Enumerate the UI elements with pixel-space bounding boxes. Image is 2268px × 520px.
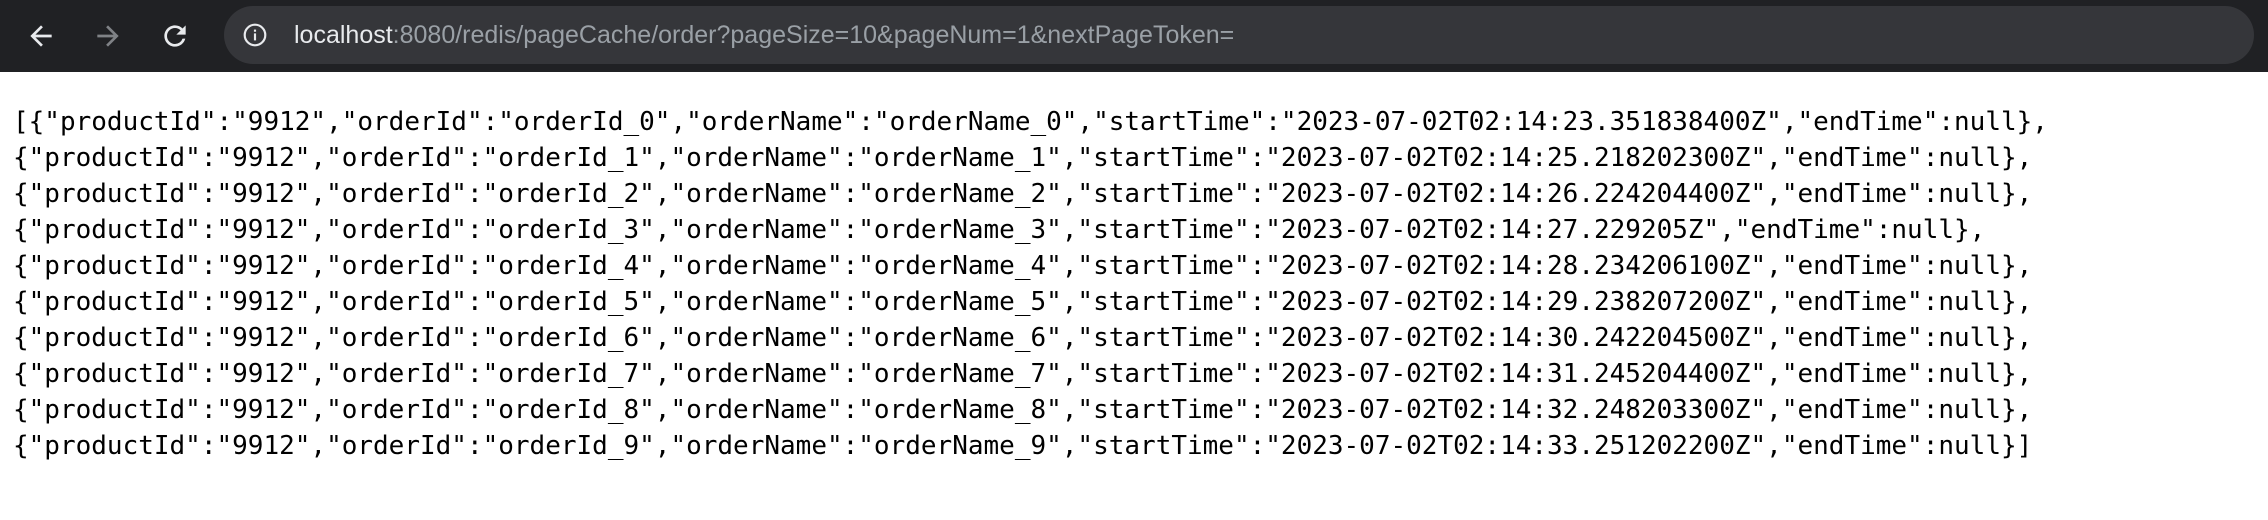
json-line: {"productId":"9912","orderId":"orderId_4… <box>13 251 2033 281</box>
browser-toolbar: localhost:8080/redis/pageCache/order?pag… <box>0 0 2268 72</box>
json-line: [{"productId":"9912","orderId":"orderId_… <box>13 107 2048 137</box>
json-line: {"productId":"9912","orderId":"orderId_1… <box>13 143 2033 173</box>
back-button[interactable] <box>15 10 67 62</box>
forward-button[interactable] <box>82 10 134 62</box>
json-line: {"productId":"9912","orderId":"orderId_2… <box>13 179 2033 209</box>
json-response-body: [{"productId":"9912","orderId":"orderId_… <box>13 104 2253 464</box>
url-text[interactable]: localhost:8080/redis/pageCache/order?pag… <box>294 6 1234 64</box>
reload-icon <box>164 25 186 47</box>
url-path: :8080/redis/pageCache/order?pageSize=10&… <box>392 21 1235 49</box>
json-line: {"productId":"9912","orderId":"orderId_6… <box>13 323 2033 353</box>
arrow-right-icon <box>97 25 119 47</box>
arrow-left-icon <box>30 25 52 47</box>
json-line: {"productId":"9912","orderId":"orderId_9… <box>13 431 2033 461</box>
info-icon[interactable] <box>242 22 268 48</box>
reload-button[interactable] <box>149 10 201 62</box>
json-line: {"productId":"9912","orderId":"orderId_7… <box>13 359 2033 389</box>
json-line: {"productId":"9912","orderId":"orderId_3… <box>13 215 1986 245</box>
url-host: localhost <box>294 21 393 49</box>
address-bar[interactable]: localhost:8080/redis/pageCache/order?pag… <box>224 6 2254 64</box>
json-line: {"productId":"9912","orderId":"orderId_5… <box>13 287 2033 317</box>
json-line: {"productId":"9912","orderId":"orderId_8… <box>13 395 2033 425</box>
